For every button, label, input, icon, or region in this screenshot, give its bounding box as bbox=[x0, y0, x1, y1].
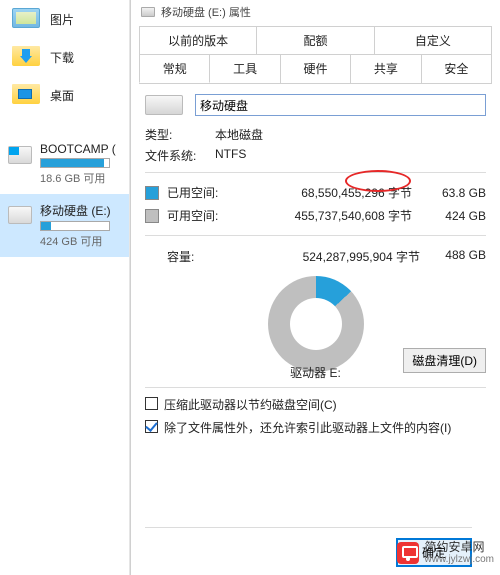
type-label: 类型: bbox=[145, 126, 215, 143]
drive-small-icon bbox=[141, 7, 155, 17]
nav-label: 图片 bbox=[50, 11, 74, 28]
used-bytes: 68,550,455,296 字节 bbox=[233, 184, 418, 201]
tab-sharing[interactable]: 共享 bbox=[350, 54, 421, 83]
donut-icon bbox=[268, 276, 364, 372]
tab-tools[interactable]: 工具 bbox=[209, 54, 280, 83]
free-human: 424 GB bbox=[426, 209, 486, 223]
drive-icon bbox=[8, 146, 32, 164]
nav-label: 桌面 bbox=[50, 87, 74, 104]
capacity-label: 容量: bbox=[145, 248, 225, 265]
usage-bar bbox=[40, 221, 110, 231]
pictures-icon bbox=[12, 8, 40, 28]
capacity-bytes: 524,287,995,904 字节 bbox=[225, 248, 426, 265]
usage-chart: 驱动器 E: 磁盘清理(D) bbox=[145, 269, 486, 379]
explorer-nav-pane: 图片 下载 桌面 BOOTCAMP ( 18.6 GB 可用 移动硬盘 (E:)… bbox=[0, 0, 130, 575]
tab-customize[interactable]: 自定义 bbox=[374, 26, 492, 54]
tab-previous-versions[interactable]: 以前的版本 bbox=[139, 26, 257, 54]
tabs-bottom: 常规 工具 硬件 共享 安全 bbox=[139, 54, 492, 84]
free-swatch-icon bbox=[145, 209, 159, 223]
drive-name: 移动硬盘 (E:) bbox=[40, 202, 121, 219]
disk-cleanup-button[interactable]: 磁盘清理(D) bbox=[403, 348, 486, 373]
drive-item-bootcamp[interactable]: BOOTCAMP ( 18.6 GB 可用 bbox=[0, 134, 129, 194]
tab-hardware[interactable]: 硬件 bbox=[280, 54, 351, 83]
tabs-top: 以前的版本 配额 自定义 bbox=[139, 26, 492, 55]
watermark-name: 简约安卓网 bbox=[425, 541, 494, 554]
type-value: 本地磁盘 bbox=[215, 126, 263, 143]
index-checkbox-row[interactable]: 除了文件属性外，还允许索引此驱动器上文件的内容(I) bbox=[145, 419, 486, 436]
desktop-icon bbox=[12, 84, 40, 104]
used-human: 63.8 GB bbox=[426, 186, 486, 200]
compress-label: 压缩此驱动器以节约磁盘空间(C) bbox=[164, 396, 337, 413]
tab-quota[interactable]: 配额 bbox=[256, 26, 374, 54]
properties-dialog: 移动硬盘 (E:) 属性 以前的版本 配额 自定义 常规 工具 硬件 共享 安全… bbox=[130, 0, 500, 575]
dialog-title: 移动硬盘 (E:) 属性 bbox=[161, 4, 251, 20]
drive-large-icon bbox=[145, 95, 183, 115]
downloads-icon bbox=[12, 46, 40, 66]
nav-downloads[interactable]: 下载 bbox=[0, 38, 129, 76]
drive-caption: 驱动器 E: bbox=[290, 364, 341, 381]
free-bytes: 455,737,540,608 字节 bbox=[233, 207, 418, 224]
used-label: 已用空间: bbox=[167, 184, 225, 201]
general-tab-body: 类型: 本地磁盘 文件系统: NTFS 已用空间: 68,550,455,296… bbox=[131, 84, 500, 452]
tab-general[interactable]: 常规 bbox=[139, 54, 210, 83]
free-label: 可用空间: bbox=[167, 207, 225, 224]
checkbox-icon[interactable] bbox=[145, 397, 158, 410]
drive-icon bbox=[8, 206, 32, 224]
drive-item-removable[interactable]: 移动硬盘 (E:) 424 GB 可用 bbox=[0, 194, 129, 257]
volume-name-input[interactable] bbox=[195, 94, 486, 116]
drive-name: BOOTCAMP ( bbox=[40, 142, 121, 156]
dialog-title-bar[interactable]: 移动硬盘 (E:) 属性 bbox=[131, 0, 500, 24]
drive-list: BOOTCAMP ( 18.6 GB 可用 移动硬盘 (E:) 424 GB 可… bbox=[0, 134, 129, 257]
watermark-url: www.jylzwj.com bbox=[425, 554, 494, 565]
nav-desktop[interactable]: 桌面 bbox=[0, 76, 129, 114]
usage-bar bbox=[40, 158, 110, 168]
free-space-row: 可用空间: 455,737,540,608 字节 424 GB bbox=[145, 204, 486, 227]
capacity-human: 488 GB bbox=[426, 248, 486, 265]
nav-label: 下载 bbox=[50, 49, 74, 66]
used-swatch-icon bbox=[145, 186, 159, 200]
drive-free: 424 GB 可用 bbox=[40, 233, 121, 249]
nav-pictures[interactable]: 图片 bbox=[0, 0, 129, 38]
used-space-row: 已用空间: 68,550,455,296 字节 63.8 GB bbox=[145, 181, 486, 204]
watermark-logo-icon bbox=[397, 542, 419, 564]
watermark: 简约安卓网 www.jylzwj.com bbox=[397, 541, 494, 565]
checkbox-icon[interactable] bbox=[145, 420, 158, 433]
capacity-row: 容量: 524,287,995,904 字节 488 GB bbox=[145, 244, 486, 269]
tab-security[interactable]: 安全 bbox=[421, 54, 492, 83]
drive-free: 18.6 GB 可用 bbox=[40, 170, 121, 186]
filesystem-label: 文件系统: bbox=[145, 147, 215, 164]
filesystem-value: NTFS bbox=[215, 147, 246, 164]
index-label: 除了文件属性外，还允许索引此驱动器上文件的内容(I) bbox=[164, 419, 451, 436]
compress-checkbox-row[interactable]: 压缩此驱动器以节约磁盘空间(C) bbox=[145, 396, 486, 413]
